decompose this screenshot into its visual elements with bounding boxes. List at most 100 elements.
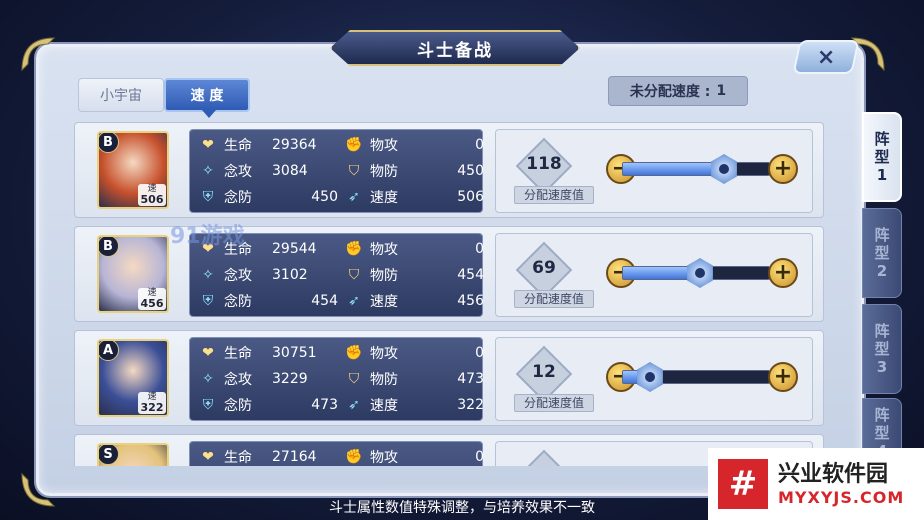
allocated-speed-label: 分配速度值 — [514, 186, 594, 204]
brand-name: 兴业软件园 — [778, 461, 889, 487]
stat-label: 物防 — [370, 372, 398, 388]
stat-value: 456 — [457, 293, 484, 309]
stat-label: 物攻 — [370, 138, 398, 154]
fighter-portrait[interactable]: B 速 456 — [97, 235, 169, 313]
stat-cosmo-attack: ✧ 念攻 3084 — [198, 160, 338, 182]
increase-button[interactable]: + — [768, 362, 798, 392]
formation-tab-2[interactable]: 阵 型 2 — [862, 208, 902, 298]
stat-label: 生命 — [224, 138, 252, 154]
formation-tab-3[interactable]: 阵 型 3 — [862, 304, 902, 394]
stat-label: 念防 — [224, 190, 252, 206]
shield-cross-icon: ⛨ — [202, 397, 214, 413]
stat-label: 生命 — [224, 346, 252, 362]
stat-physical-defense: ⛉ 物防 473 — [344, 368, 484, 390]
speed-badge: 速 506 — [138, 184, 166, 206]
stat-label: 物攻 — [370, 346, 398, 362]
stat-label: 念防 — [224, 398, 252, 414]
stat-hp: ❤ 生命 27164 — [198, 446, 338, 466]
tab-speed[interactable]: 速 度 — [164, 78, 250, 118]
stat-speed: ➶ 速度 456 — [344, 290, 484, 312]
formation-tab-2-label: 阵 型 2 — [874, 226, 890, 280]
tab-cosmo[interactable]: 小宇宙 — [78, 78, 164, 112]
tab-speed-label: 速 度 — [190, 88, 224, 104]
shield-icon: ⛉ — [348, 371, 360, 387]
stat-value: 473 — [457, 371, 484, 387]
stat-label: 物攻 — [370, 242, 398, 258]
stat-physical-defense: ⛉ 物防 450 — [344, 160, 484, 182]
speed-badge-value: 322 — [140, 401, 164, 414]
speed-badge-value: 456 — [140, 297, 164, 310]
slider-handle[interactable] — [687, 258, 713, 288]
heart-icon: ❤ — [202, 449, 214, 465]
stat-label: 物防 — [370, 164, 398, 180]
allocated-speed-label: 分配速度值 — [514, 394, 594, 412]
shield-icon: ⛉ — [348, 163, 360, 179]
stat-value: 506 — [457, 189, 484, 205]
speed-slider[interactable] — [622, 258, 770, 288]
brand-text: 兴业软件园 MYXYJS.COM — [778, 462, 904, 507]
fist-icon: ✊ — [345, 241, 363, 257]
stat-hp: ❤ 生命 30751 — [198, 342, 338, 364]
stats-panel: ❤ 生命 29364 ✧ 念攻 3084 ⛨ 念防 450 ✊ 物攻 0 ⛉ 物防 450 ➶ 速度 5… — [189, 129, 484, 213]
stat-physical-attack: ✊ 物攻 0 — [344, 342, 484, 364]
stat-value: 0 — [475, 137, 484, 153]
stat-label: 物攻 — [370, 450, 398, 466]
speed-slider[interactable] — [622, 362, 770, 392]
formation-tab-1[interactable]: 阵 型 1 — [862, 112, 902, 202]
stat-label: 速度 — [370, 398, 398, 414]
shield-cross-icon: ⛨ — [202, 189, 214, 205]
shield-cross-icon: ⛨ — [202, 293, 214, 309]
heart-icon: ❤ — [202, 345, 214, 361]
stat-value: 0 — [475, 449, 484, 465]
allocated-speed-value: 69 — [532, 258, 556, 278]
sparkle-icon: ✧ — [202, 371, 214, 387]
close-icon: × — [816, 44, 836, 70]
stat-cosmo-attack: ✧ 念攻 3102 — [198, 264, 338, 286]
stat-cosmo-defense: ⛨ 念防 473 — [198, 394, 338, 416]
rank-badge: S — [99, 445, 119, 465]
stat-value: 27164 — [272, 449, 317, 465]
increase-button[interactable]: + — [768, 258, 798, 288]
stat-physical-attack: ✊ 物攻 0 — [344, 446, 484, 466]
stat-value: 454 — [311, 293, 338, 309]
increase-button[interactable]: + — [768, 154, 798, 184]
stat-label: 物防 — [370, 268, 398, 284]
diamond-frame-icon — [515, 449, 573, 466]
wing-boot-icon: ➶ — [348, 293, 360, 309]
stat-cosmo-defense: ⛨ 念防 454 — [198, 290, 338, 312]
stat-value: 29364 — [272, 137, 317, 153]
fighter-portrait[interactable]: B 速 506 — [97, 131, 169, 209]
slider-handle[interactable] — [711, 154, 737, 184]
close-button[interactable]: × — [792, 40, 860, 74]
stat-value: 450 — [311, 189, 338, 205]
ornament-top-left-icon — [18, 34, 58, 74]
stat-label: 念攻 — [224, 164, 252, 180]
speed-slider[interactable] — [622, 154, 770, 184]
speed-allocator: 118 分配速度值 − + — [495, 129, 813, 213]
shield-icon: ⛉ — [348, 267, 360, 283]
fighter-list[interactable]: B 速 506 ❤ 生命 29364 ✧ 念攻 3084 ⛨ 念防 450 ✊ 物攻 0 ⛉ 物防… — [74, 120, 828, 466]
watermark: 91游戏 — [170, 224, 245, 249]
site-brand-overlay: # 兴业软件园 MYXYJS.COM — [708, 448, 924, 520]
unallocated-speed-label: 未分配速度 : — [629, 84, 711, 100]
stat-value: 3229 — [272, 371, 308, 387]
rank-badge: B — [99, 133, 119, 153]
stat-value: 29544 — [272, 241, 317, 257]
brand-url: MYXYJS.COM — [778, 487, 905, 507]
fist-icon: ✊ — [345, 345, 363, 361]
stat-physical-defense: ⛉ 物防 454 — [344, 264, 484, 286]
fighter-portrait[interactable]: A 速 322 — [97, 339, 169, 417]
slider-handle[interactable] — [637, 362, 663, 392]
formation-tab-3-label: 阵 型 3 — [874, 322, 890, 376]
stat-label: 念攻 — [224, 268, 252, 284]
stat-value: 0 — [475, 241, 484, 257]
fighter-portrait[interactable]: S — [97, 443, 169, 466]
stat-value: 450 — [457, 163, 484, 179]
wing-boot-icon: ➶ — [348, 189, 360, 205]
speed-badge: 速 322 — [138, 392, 166, 414]
heart-icon: ❤ — [202, 137, 214, 153]
stat-label: 生命 — [224, 450, 252, 466]
formation-tab-1-label: 阵 型 1 — [874, 130, 890, 184]
fighter-row: B 速 506 ❤ 生命 29364 ✧ 念攻 3084 ⛨ 念防 450 ✊ 物攻 0 ⛉ 物防… — [74, 122, 824, 218]
fist-icon: ✊ — [345, 137, 363, 153]
